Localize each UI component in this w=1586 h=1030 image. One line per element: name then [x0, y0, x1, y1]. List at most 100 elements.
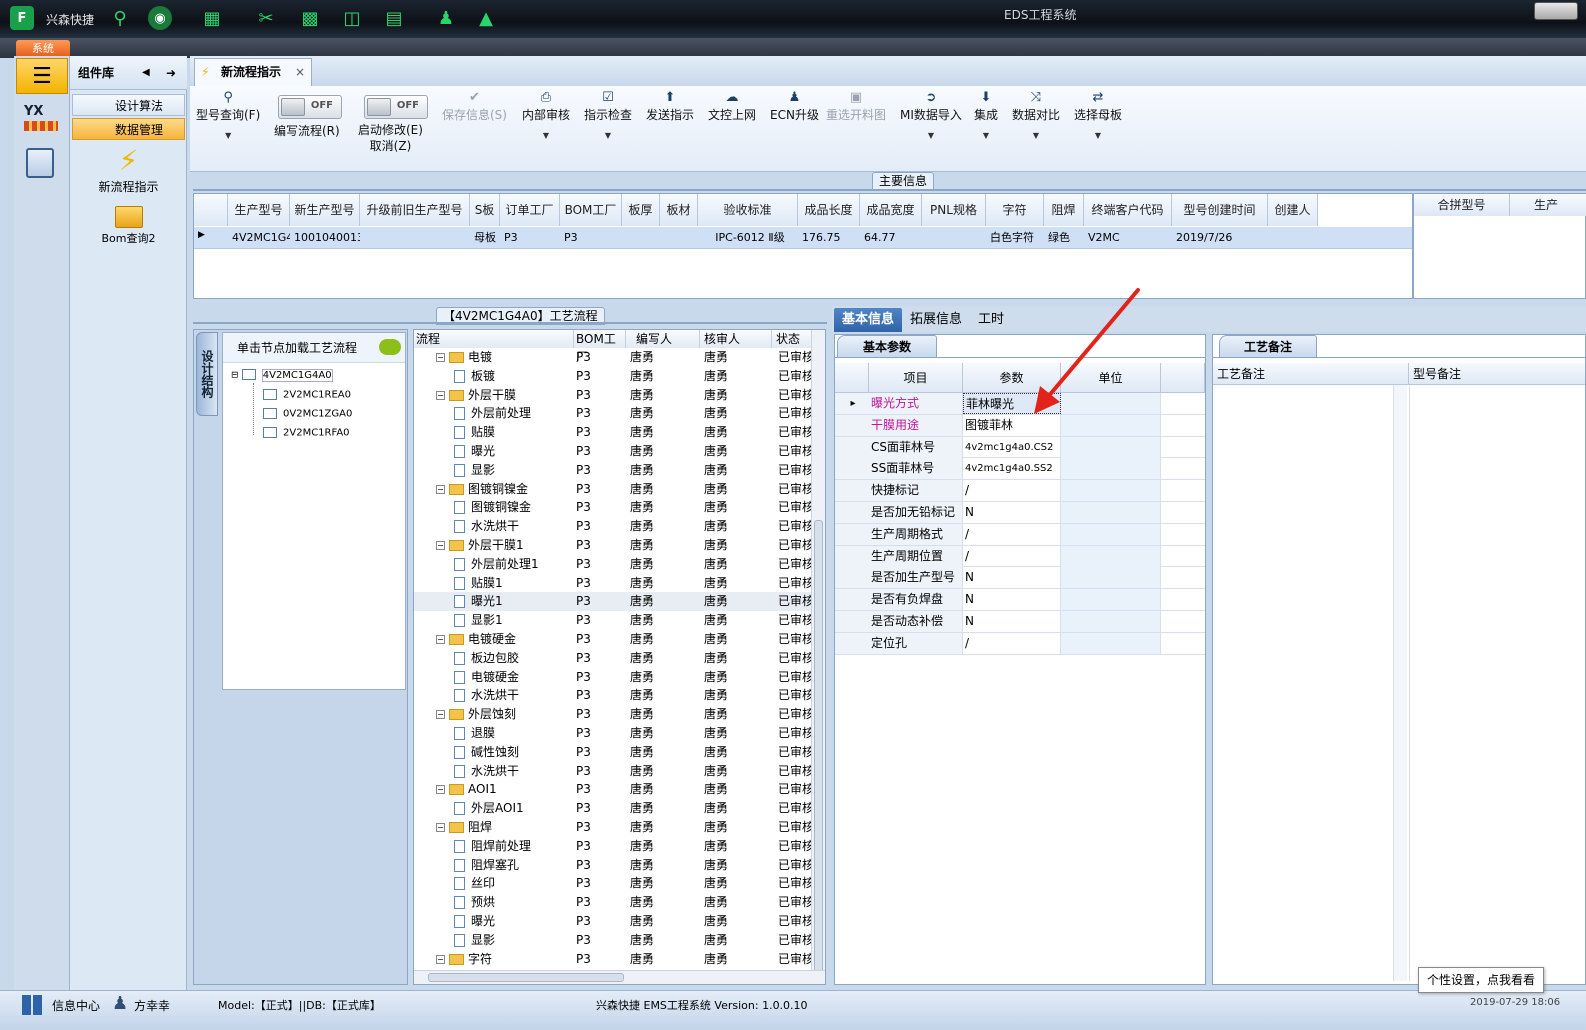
close-icon[interactable]: × — [295, 59, 305, 85]
param-value-cell[interactable]: N — [963, 589, 1061, 611]
scissors-icon[interactable]: ✂ — [254, 6, 278, 30]
pin-icon[interactable]: ➜ — [166, 56, 176, 90]
process-row[interactable]: 阻焊前处理 P3 唐勇 唐勇 已审核 — [414, 837, 812, 856]
process-row[interactable]: 电镀硬金 P3 唐勇 唐勇 已审核 — [414, 668, 812, 687]
factory-icon[interactable]: YX — [24, 104, 58, 136]
horizontal-scrollbar[interactable] — [414, 970, 825, 984]
process-row[interactable]: 曝光 P3 唐勇 唐勇 已审核 — [414, 912, 812, 931]
tool-new-process[interactable]: ⚡ 新流程指示 — [70, 144, 187, 195]
process-row[interactable]: 贴膜1 P3 唐勇 唐勇 已审核 — [414, 574, 812, 593]
process-row[interactable]: 水洗烘干 P3 唐勇 唐勇 已审核 — [414, 517, 812, 536]
table-cell[interactable]: P3 — [500, 228, 560, 248]
collapse-icon[interactable]: − — [436, 390, 445, 400]
user-icon[interactable]: ♟ — [434, 6, 458, 30]
param-unit-cell[interactable] — [1061, 632, 1161, 654]
collapse-icon[interactable]: − — [436, 954, 445, 964]
process-row[interactable]: − 电镀硬金 P3 唐勇 唐勇 已审核 — [414, 630, 812, 649]
param-value-cell[interactable]: 4v2mc1g4a0.SS2 — [963, 458, 1061, 480]
collapse-icon[interactable]: − — [436, 541, 445, 550]
model-query-button[interactable]: ⚲ 型号查询(F) ▼ — [196, 90, 260, 140]
internal-review-button[interactable]: ⎙ 内部审核 ▼ — [522, 90, 570, 140]
mi-import-button[interactable]: ➲ MI数据导入 ▼ — [900, 90, 962, 140]
collapse-icon[interactable]: − — [436, 353, 445, 362]
process-row[interactable]: 预烘 P3 唐勇 唐勇 已审核 — [414, 893, 812, 912]
process-row[interactable]: − 阻焊 P3 唐勇 唐勇 已审核 — [414, 818, 812, 837]
doc-control-online-button[interactable]: ☁ 文控上网 — [708, 90, 756, 123]
collapse-icon[interactable]: − — [436, 823, 445, 832]
tree-node[interactable]: 2V2MC1REA0 — [263, 389, 351, 401]
process-row[interactable]: − 外层干膜1 P3 唐勇 唐勇 已审核 — [414, 536, 812, 555]
calculator-icon[interactable] — [26, 148, 54, 178]
param-unit-cell[interactable] — [1061, 589, 1161, 611]
table-cell[interactable]: 母板 — [470, 228, 500, 248]
table-cell[interactable] — [660, 228, 698, 248]
param-value-cell[interactable]: / — [963, 480, 1061, 502]
tab-work-hours[interactable]: 工时 — [970, 308, 1012, 332]
process-row[interactable]: 水洗烘干 P3 唐勇 唐勇 已审核 — [414, 686, 812, 705]
param-value-cell[interactable]: / — [963, 545, 1061, 567]
collapse-icon[interactable]: − — [436, 484, 445, 494]
ecn-upgrade-button[interactable]: ♟ ECN升级 — [770, 90, 819, 123]
process-row[interactable]: 外层AOI1 P3 唐勇 唐勇 已审核 — [414, 799, 812, 818]
chart-icon[interactable]: ▲ — [474, 6, 498, 30]
process-row[interactable]: 显影 P3 唐勇 唐勇 已审核 — [414, 931, 812, 950]
data-compare-button[interactable]: ⤨ 数据对比 ▼ — [1012, 90, 1060, 140]
process-row[interactable]: − 外层蚀刻 P3 唐勇 唐勇 已审核 — [414, 705, 812, 724]
param-unit-cell[interactable] — [1061, 436, 1161, 458]
send-instruction-button[interactable]: ⬆ 发送指示 — [646, 90, 694, 123]
integrate-button[interactable]: ⬇ 集成 ▼ — [974, 90, 998, 140]
model-remark-text[interactable] — [1409, 385, 1585, 981]
table-cell[interactable] — [360, 228, 470, 248]
table-cell[interactable]: 10010400137541 — [290, 228, 360, 248]
table-cell[interactable]: 64.77 — [860, 228, 922, 248]
process-row[interactable]: 丝印 P3 唐勇 唐勇 已审核 — [414, 874, 812, 893]
personalize-popup[interactable]: 个性设置，点我看看 — [1418, 967, 1544, 993]
reselect-cutting-button[interactable]: ▣ 重选开料图 — [826, 90, 886, 123]
process-row[interactable]: 显影1 P3 唐勇 唐勇 已审核 — [414, 611, 812, 630]
table-cell[interactable]: P3 — [560, 228, 622, 248]
process-row[interactable]: 贴膜 P3 唐勇 唐勇 已审核 — [414, 423, 812, 442]
param-row[interactable]: SS面菲林号 4v2mc1g4a0.SS2 — [835, 458, 1205, 481]
param-value-cell[interactable]: / — [963, 523, 1061, 545]
scroll-thumb[interactable] — [814, 520, 823, 980]
menu-icon[interactable]: ☰ — [16, 58, 68, 94]
collapse-icon[interactable]: − — [436, 635, 445, 644]
param-unit-cell[interactable] — [1061, 611, 1161, 632]
info-center-label[interactable]: 信息中心 — [52, 997, 100, 1014]
param-unit-cell[interactable] — [1061, 458, 1161, 480]
process-row[interactable]: 显影 P3 唐勇 唐勇 已审核 — [414, 461, 812, 480]
table-cell[interactable]: 2019/7/26 — [1172, 228, 1268, 248]
param-row[interactable]: 生产周期位置 / — [835, 545, 1205, 568]
param-unit-cell[interactable] — [1061, 523, 1161, 545]
param-unit-cell[interactable] — [1061, 502, 1161, 523]
table-cell[interactable]: 4V2MC1G4A0 — [228, 228, 290, 248]
select-mother-board-button[interactable]: ⇄ 选择母板 ▼ — [1074, 90, 1122, 140]
process-row[interactable]: − 电镀 P3 唐勇 唐勇 已审核 — [414, 348, 812, 367]
tab-design-structure[interactable]: 设计结构 — [196, 332, 218, 416]
table-icon[interactable]: ▤ — [382, 6, 406, 30]
scroll-thumb[interactable] — [428, 973, 624, 982]
param-unit-cell[interactable] — [1061, 567, 1161, 589]
param-value-cell[interactable]: / — [963, 632, 1061, 654]
table-cell[interactable] — [622, 228, 660, 248]
table-cell[interactable] — [1268, 228, 1318, 248]
param-row[interactable]: 是否加无铅标记 N — [835, 502, 1205, 524]
table-cell[interactable]: 绿色 — [1044, 228, 1084, 248]
param-unit-cell[interactable] — [1061, 545, 1161, 567]
tab-extended-info[interactable]: 拓展信息 — [902, 308, 970, 332]
process-row[interactable]: 曝光 P3 唐勇 唐勇 已审核 — [414, 442, 812, 461]
process-row[interactable]: 外层前处理1 P3 唐勇 唐勇 已审核 — [414, 555, 812, 574]
info-center-icon[interactable] — [22, 995, 42, 1015]
table-cell[interactable]: IPC-6012 Ⅱ级 — [698, 228, 798, 248]
process-row[interactable]: − 外层干膜 P3 唐勇 唐勇 已审核 — [414, 386, 812, 405]
process-row[interactable]: 曝光1 P3 唐勇 唐勇 已审核 — [414, 592, 812, 612]
param-row[interactable]: CS面菲林号 4v2mc1g4a0.CS2 — [835, 436, 1205, 459]
process-row[interactable]: − 图镀铜镍金 P3 唐勇 唐勇 已审核 — [414, 480, 812, 499]
process-row[interactable]: 图镀铜镍金 P3 唐勇 唐勇 已审核 — [414, 498, 812, 517]
process-row[interactable]: 阻焊塞孔 P3 唐勇 唐勇 已审核 — [414, 856, 812, 875]
table-cell[interactable] — [922, 228, 986, 248]
instruction-check-button[interactable]: ☑ 指示检查 ▼ — [584, 90, 632, 140]
sidebar-item-design-algorithm[interactable]: 设计算法 — [72, 94, 185, 116]
search-icon[interactable]: ⚲ — [108, 6, 132, 30]
save-info-button[interactable]: ✔ 保存信息(S) — [442, 90, 507, 123]
